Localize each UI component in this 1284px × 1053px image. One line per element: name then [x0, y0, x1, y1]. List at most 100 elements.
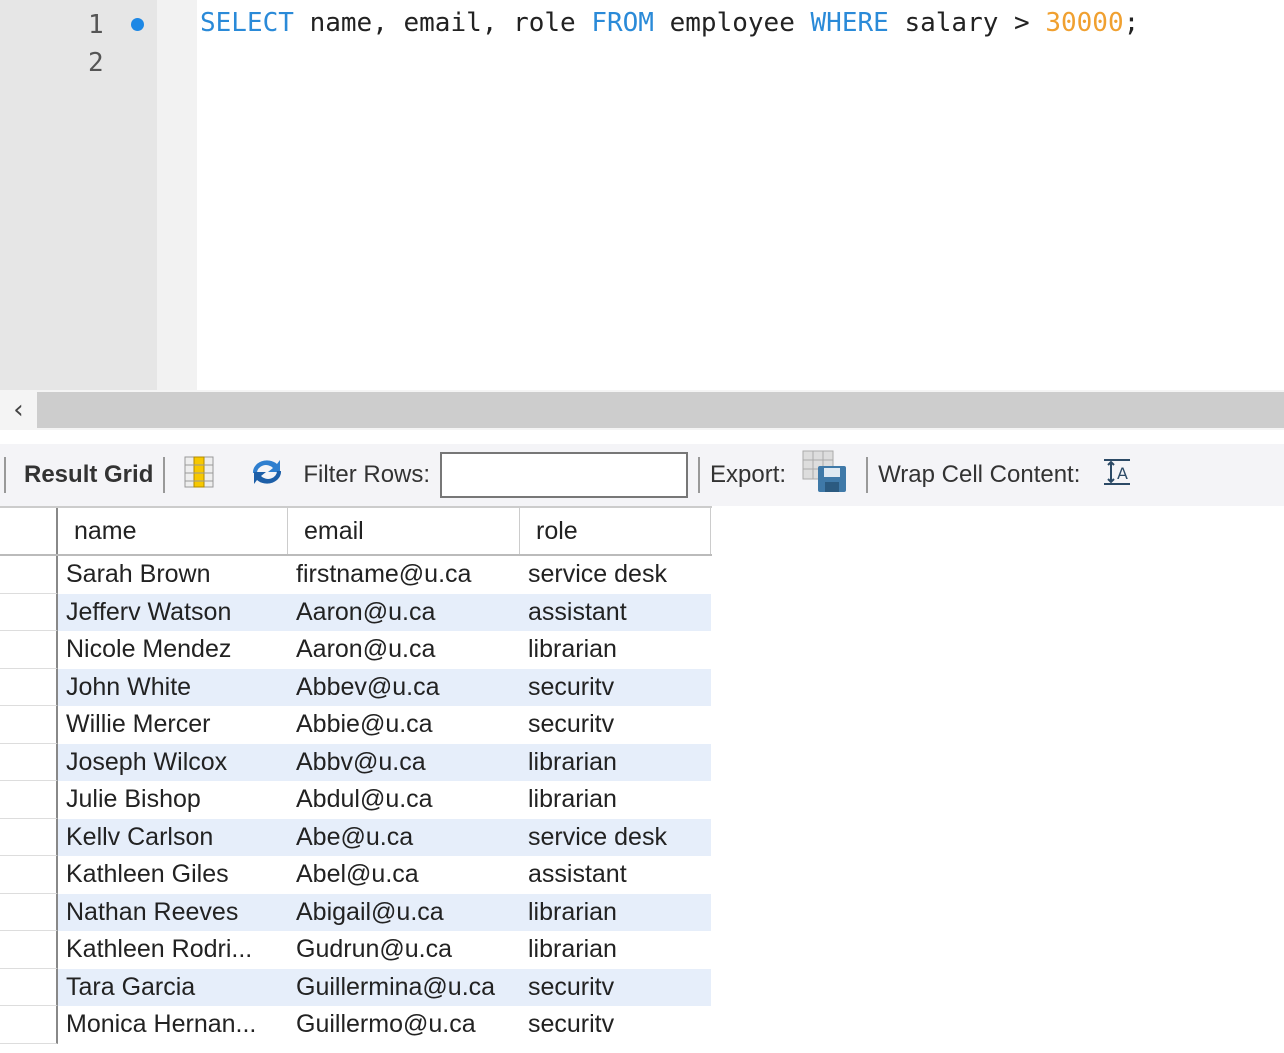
grid-header-row: name email role	[0, 506, 712, 556]
cell-email[interactable]: Aaron@u.ca	[288, 593, 520, 631]
table-row[interactable]: Jefferv Watson Aaron@u.ca assistant	[0, 593, 712, 631]
row-header[interactable]	[0, 968, 58, 1006]
filter-rows-label: Filter Rows:	[303, 461, 431, 488]
row-header[interactable]	[0, 706, 58, 744]
cell-email[interactable]: Aaron@u.ca	[288, 631, 520, 669]
export-save-icon[interactable]	[802, 450, 848, 501]
cell-email[interactable]: Abel@u.ca	[288, 856, 520, 894]
cell-role[interactable]: service desk	[520, 556, 711, 594]
cell-name[interactable]: Sarah Brown	[58, 556, 288, 594]
cell-name[interactable]: John White	[58, 668, 288, 706]
column-header-email[interactable]: email	[288, 508, 520, 554]
line-number: 2	[88, 48, 104, 78]
row-header[interactable]	[0, 743, 58, 781]
table-row[interactable]: Julie Bishop Abdul@u.ca librarian	[0, 781, 712, 819]
cell-name[interactable]: Kellv Carlson	[58, 818, 288, 856]
cell-role[interactable]: librarian	[520, 781, 711, 819]
table-row[interactable]: Kathleen Giles Abel@u.ca assistant	[0, 856, 712, 894]
row-header[interactable]	[0, 668, 58, 706]
cell-role[interactable]: securitv	[520, 968, 711, 1006]
table-row[interactable]: Joseph Wilcox Abbv@u.ca librarian	[0, 743, 712, 781]
table-row[interactable]: Nicole Mendez Aaron@u.ca librarian	[0, 631, 712, 669]
cell-email[interactable]: Abbv@u.ca	[288, 743, 520, 781]
cell-email[interactable]: Abigail@u.ca	[288, 893, 520, 931]
row-header-corner	[0, 508, 58, 554]
result-grid-tab[interactable]: Result Grid	[24, 461, 153, 489]
separator	[4, 457, 6, 493]
cell-role[interactable]: librarian	[520, 631, 711, 669]
cell-email[interactable]: Abbev@u.ca	[288, 668, 520, 706]
code-text: name, email, role	[293, 8, 592, 38]
cell-name[interactable]: Julie Bishop	[58, 781, 288, 819]
row-header[interactable]	[0, 593, 58, 631]
horizontal-scrollbar[interactable]: ‹	[0, 390, 1284, 430]
cell-role[interactable]: service desk	[520, 818, 711, 856]
refresh-icon[interactable]	[247, 455, 287, 496]
cell-role[interactable]: librarian	[520, 893, 711, 931]
cell-email[interactable]: Abdul@u.ca	[288, 781, 520, 819]
cell-role[interactable]: securitv	[520, 668, 711, 706]
cell-role[interactable]: securitv	[520, 1006, 711, 1044]
table-row[interactable]: Tara Garcia Guillermina@u.ca securitv	[0, 968, 712, 1006]
result-toolbar: Result Grid Filter Rows: Export: Wrap Ce…	[0, 444, 1284, 506]
separator	[163, 457, 166, 493]
row-header[interactable]	[0, 931, 58, 969]
cell-name[interactable]: Tara Garcia	[58, 968, 288, 1006]
wrap-cell-label: Wrap Cell Content:	[878, 461, 1081, 488]
cell-name[interactable]: Willie Mercer	[58, 706, 288, 744]
sql-code-line[interactable]: SELECT name, email, role FROM employee W…	[200, 8, 1139, 38]
number-literal: 30000	[1045, 8, 1124, 38]
row-header[interactable]	[0, 1006, 58, 1044]
cell-role[interactable]: librarian	[520, 743, 711, 781]
cell-role[interactable]: assistant	[520, 856, 711, 894]
cell-role[interactable]: securitv	[520, 706, 711, 744]
code-text: ;	[1123, 8, 1140, 38]
svg-text:A: A	[1117, 464, 1128, 483]
code-text: salary >	[888, 8, 1046, 38]
cell-name[interactable]: Joseph Wilcox	[58, 743, 288, 781]
column-header-role[interactable]: role	[520, 508, 711, 554]
filter-rows-input[interactable]	[440, 452, 689, 498]
table-row[interactable]: Monica Hernan... Guillermo@u.ca securitv	[0, 1006, 712, 1044]
table-row[interactable]: Kathleen Rodri... Gudrun@u.ca librarian	[0, 931, 712, 969]
row-header[interactable]	[0, 781, 58, 819]
row-header[interactable]	[0, 893, 58, 931]
table-row[interactable]: Nathan Reeves Abigail@u.ca librarian	[0, 893, 712, 931]
cell-name[interactable]: Nicole Mendez	[58, 631, 288, 669]
cell-email[interactable]: Abe@u.ca	[288, 818, 520, 856]
grid-columns-icon[interactable]	[183, 455, 215, 496]
row-header[interactable]	[0, 631, 58, 669]
cell-email[interactable]: Guillermina@u.ca	[288, 968, 520, 1006]
separator	[866, 457, 869, 493]
row-header[interactable]	[0, 556, 58, 594]
line-number-gutter: 1 2	[0, 0, 157, 390]
wrap-cell-toggle-icon[interactable]: A	[1102, 457, 1132, 494]
scroll-left-icon[interactable]: ‹	[0, 390, 37, 430]
statement-marker-icon	[131, 18, 144, 31]
row-header[interactable]	[0, 818, 58, 856]
cell-name[interactable]: Kathleen Rodri...	[58, 931, 288, 969]
scrollbar-thumb[interactable]	[37, 392, 1284, 428]
cell-name[interactable]: Monica Hernan...	[58, 1006, 288, 1044]
cell-email[interactable]: Gudrun@u.ca	[288, 931, 520, 969]
keyword: SELECT	[200, 8, 294, 38]
cell-role[interactable]: assistant	[520, 593, 711, 631]
cell-name[interactable]: Kathleen Giles	[58, 856, 288, 894]
cell-name[interactable]: Nathan Reeves	[58, 893, 288, 931]
cell-email[interactable]: firstname@u.ca	[288, 556, 520, 594]
row-header[interactable]	[0, 856, 58, 894]
cell-email[interactable]: Guillermo@u.ca	[288, 1006, 520, 1044]
table-row[interactable]: Sarah Brown firstname@u.ca service desk	[0, 556, 712, 594]
separator	[698, 457, 701, 493]
sql-editor[interactable]: 1 2 SELECT name, email, role FROM employ…	[0, 0, 1284, 390]
table-row[interactable]: Willie Mercer Abbie@u.ca securitv	[0, 706, 712, 744]
cell-role[interactable]: librarian	[520, 931, 711, 969]
table-row[interactable]: Kellv Carlson Abe@u.ca service desk	[0, 818, 712, 856]
cell-name[interactable]: Jefferv Watson	[58, 593, 288, 631]
export-label: Export:	[710, 461, 787, 488]
cell-email[interactable]: Abbie@u.ca	[288, 706, 520, 744]
keyword: WHERE	[810, 8, 889, 38]
column-header-name[interactable]: name	[58, 508, 288, 554]
line-number: 1	[88, 10, 104, 40]
table-row[interactable]: John White Abbev@u.ca securitv	[0, 668, 712, 706]
